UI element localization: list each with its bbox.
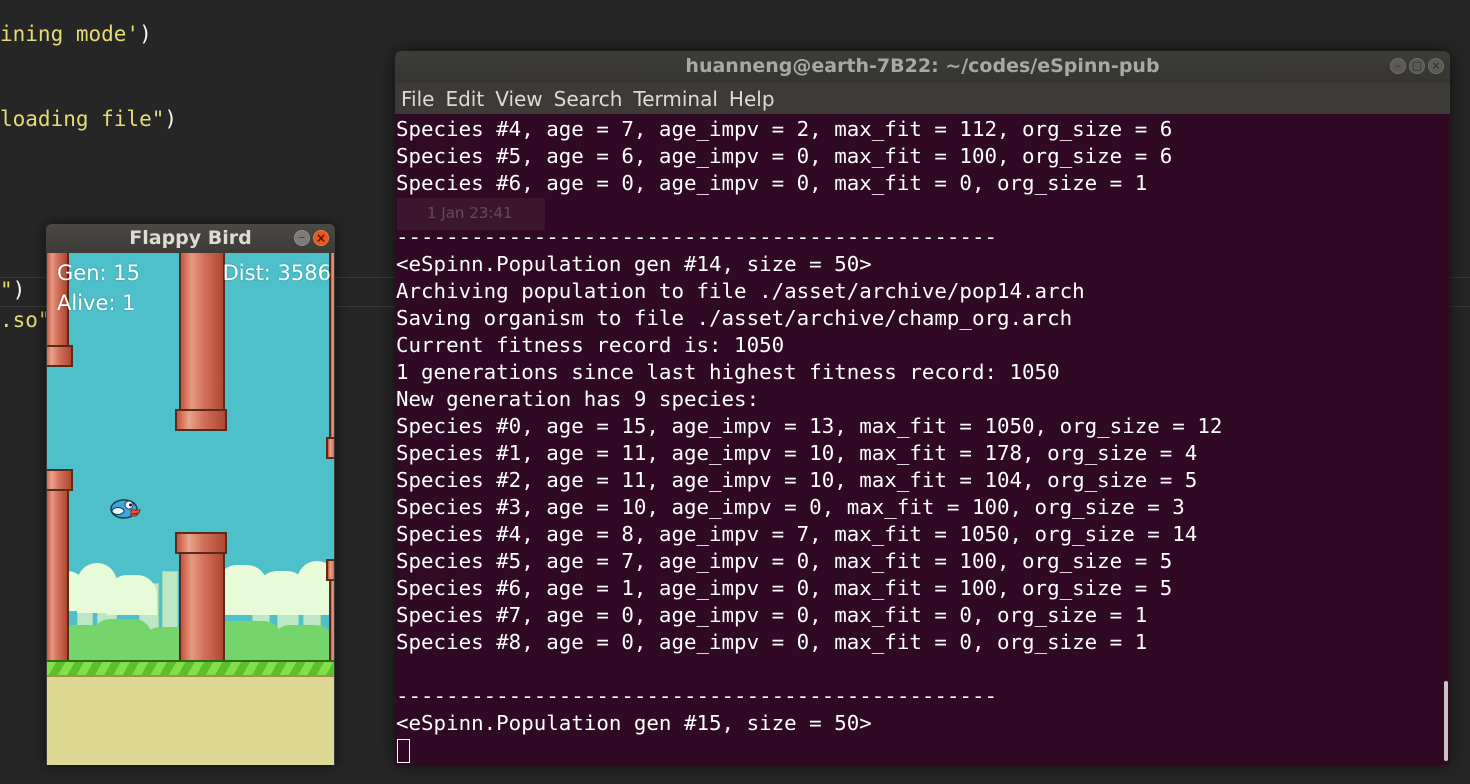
code-line: ") xyxy=(0,278,25,302)
pipe-bottom xyxy=(179,554,225,661)
pipe-top xyxy=(179,253,225,409)
code-paren: ) xyxy=(12,278,26,302)
output-line: Species #4, age = 7, age_impv = 2, max_f… xyxy=(396,117,1173,141)
menu-search[interactable]: Search xyxy=(554,87,623,111)
text-cursor xyxy=(397,739,410,763)
output-line: Species #6, age = 1, age_impv = 0, max_f… xyxy=(396,576,1173,600)
pipe-cap xyxy=(47,469,73,491)
game-canvas[interactable]: Gen: 15 Alive: 1 Dist: 3586 xyxy=(47,253,334,765)
pipe-cap xyxy=(175,409,227,431)
alive-counter: Alive: 1 xyxy=(57,291,136,315)
output-line: Species #6, age = 0, age_impv = 0, max_f… xyxy=(396,171,1148,195)
flappy-titlebar[interactable]: Flappy Bird – × xyxy=(46,224,335,253)
output-line: Species #7, age = 0, age_impv = 0, max_f… xyxy=(396,603,1148,627)
maximize-icon: □ xyxy=(1411,59,1423,72)
code-line: ining mode') xyxy=(0,22,152,46)
menu-terminal[interactable]: Terminal xyxy=(633,87,718,111)
output-line: Species #4, age = 8, age_impv = 7, max_f… xyxy=(396,522,1198,546)
code-string: loading file" xyxy=(0,107,165,131)
window-title: Flappy Bird xyxy=(129,227,252,249)
flappy-bird-window[interactable]: Flappy Bird – × Gen: 15 Alive: 1 Dist: 3… xyxy=(46,224,335,765)
window-controls: – × xyxy=(294,230,329,246)
generation-counter: Gen: 15 xyxy=(57,261,140,285)
menu-file[interactable]: File xyxy=(401,87,434,111)
code-line: loading file") xyxy=(0,107,177,131)
pipe-cap xyxy=(326,437,334,459)
cloud xyxy=(107,575,157,615)
close-icon: × xyxy=(1431,59,1441,72)
output-line: 1 generations since last highest fitness… xyxy=(396,360,1060,384)
menu-view[interactable]: View xyxy=(495,87,542,111)
pipe-bottom xyxy=(47,491,69,661)
output-line: ----------------------------------------… xyxy=(396,225,997,249)
output-line: Current fitness record is: 1050 xyxy=(396,333,785,357)
faded-notification: 1 Jan 23:41 xyxy=(397,198,545,230)
output-line: Species #8, age = 0, age_impv = 0, max_f… xyxy=(396,630,1148,654)
code-string: .so" xyxy=(0,308,51,332)
output-line: Species #2, age = 11, age_impv = 10, max… xyxy=(396,468,1198,492)
minimize-button[interactable]: – xyxy=(1390,58,1406,74)
window-title: huanneng@earth-7B22: ~/codes/eSpinn-pub xyxy=(685,55,1160,77)
ground xyxy=(47,677,334,765)
output-line: Species #5, age = 7, age_impv = 0, max_f… xyxy=(396,549,1173,573)
code-string: ining mode' xyxy=(0,22,140,46)
output-line: <eSpinn.Population gen #15, size = 50> xyxy=(396,711,872,735)
maximize-button[interactable]: □ xyxy=(1409,58,1425,74)
output-line: Archiving population to file ./asset/arc… xyxy=(396,279,1085,303)
terminal-titlebar[interactable]: huanneng@earth-7B22: ~/codes/eSpinn-pub … xyxy=(395,51,1450,83)
menu-edit[interactable]: Edit xyxy=(445,87,484,111)
bush xyxy=(272,625,334,660)
close-icon: × xyxy=(315,231,327,245)
terminal-output[interactable]: Species #4, age = 7, age_impv = 2, max_f… xyxy=(395,114,1450,765)
pipe-bottom xyxy=(329,581,334,661)
close-button[interactable]: × xyxy=(1428,58,1444,74)
code-paren: ) xyxy=(164,107,178,131)
output-line: Species #0, age = 15, age_impv = 13, max… xyxy=(396,414,1223,438)
terminal-window[interactable]: huanneng@earth-7B22: ~/codes/eSpinn-pub … xyxy=(395,51,1450,765)
minimize-icon: – xyxy=(1395,59,1401,72)
output-line: New generation has 9 species: xyxy=(396,387,760,411)
output-line: Species #5, age = 6, age_impv = 0, max_f… xyxy=(396,144,1173,168)
bird-sprite xyxy=(110,499,141,519)
minimize-icon: – xyxy=(299,230,305,244)
output-line: Saving organism to file ./asset/archive/… xyxy=(396,306,1073,330)
terminal-scrollbar[interactable] xyxy=(1444,681,1448,761)
output-line: <eSpinn.Population gen #14, size = 50> xyxy=(396,252,872,276)
ground-stripe xyxy=(47,660,334,677)
close-button[interactable]: × xyxy=(313,230,329,246)
output-line: Species #1, age = 11, age_impv = 10, max… xyxy=(396,441,1198,465)
output-line: ----------------------------------------… xyxy=(396,684,997,708)
window-controls: – □ × xyxy=(1390,58,1444,74)
code-string: " xyxy=(0,278,13,302)
pipe-cap xyxy=(326,559,334,581)
minimize-button[interactable]: – xyxy=(294,230,310,246)
menu-help[interactable]: Help xyxy=(729,87,775,111)
prompt-line[interactable] xyxy=(396,737,1450,764)
distance-counter: Dist: 3586 xyxy=(222,261,331,285)
pipe-cap xyxy=(175,532,227,554)
output-line: Species #3, age = 10, age_impv = 0, max_… xyxy=(396,495,1185,519)
code-paren: ) xyxy=(139,22,152,46)
pipe-cap xyxy=(47,345,73,367)
code-line: .so" xyxy=(0,308,51,332)
terminal-menubar: File Edit View Search Terminal Help xyxy=(395,83,1450,114)
